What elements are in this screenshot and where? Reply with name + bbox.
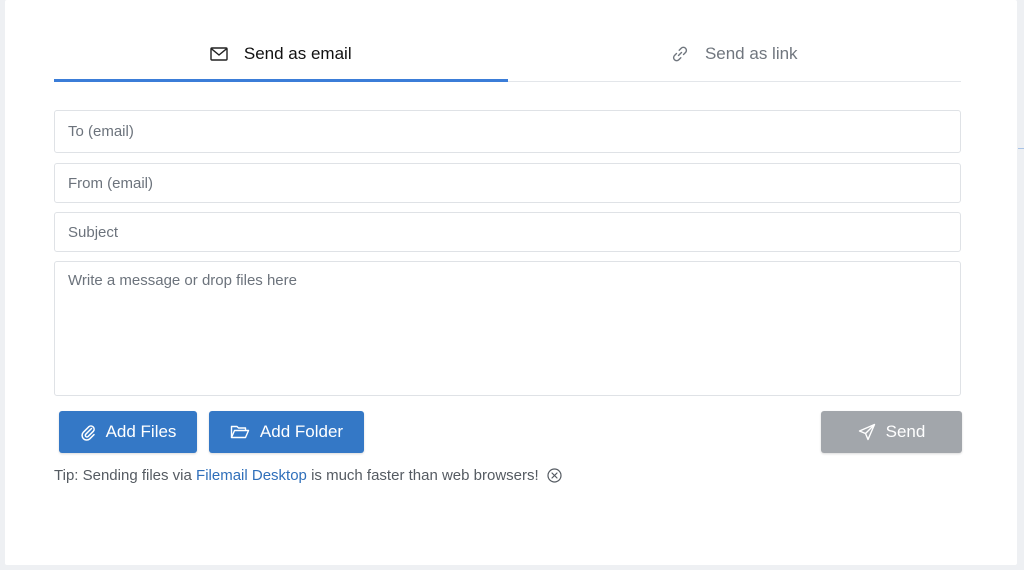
filemail-desktop-link[interactable]: Filemail Desktop — [196, 467, 307, 484]
tip-suffix: is much faster than web browsers! — [311, 466, 539, 484]
tip-prefix: Tip: Sending files via — [54, 466, 192, 484]
tab-send-as-link[interactable]: Send as link — [508, 28, 962, 80]
envelope-icon — [210, 46, 228, 61]
tab-send-as-email[interactable]: Send as email — [54, 28, 508, 82]
add-files-button[interactable]: Add Files — [59, 411, 197, 453]
send-button[interactable]: Send — [821, 411, 962, 453]
folder-open-icon — [230, 424, 250, 440]
add-files-label: Add Files — [105, 422, 177, 441]
tab-send-as-link-label: Send as link — [704, 44, 798, 63]
add-folder-button[interactable]: Add Folder — [209, 411, 364, 453]
message-textarea[interactable] — [55, 262, 960, 395]
to-email-field[interactable] — [55, 111, 960, 152]
send-mode-tabs: Send as email Send as link — [54, 28, 961, 82]
from-email-field[interactable] — [55, 164, 960, 202]
from-email-field-wrapper — [54, 163, 961, 203]
subject-field-wrapper — [54, 212, 961, 252]
close-circle-icon[interactable] — [547, 467, 562, 483]
tab-send-as-email-label: Send as email — [243, 43, 352, 63]
tip-message: Tip: Sending files via Filemail Desktop … — [54, 465, 562, 485]
edge-divider — [1018, 148, 1024, 149]
paper-plane-icon — [858, 423, 876, 441]
to-email-field-wrapper — [54, 110, 961, 153]
message-field-wrapper — [54, 261, 961, 396]
add-folder-label: Add Folder — [259, 422, 344, 441]
subject-field[interactable] — [55, 213, 960, 251]
link-icon — [671, 45, 689, 63]
paperclip-icon — [80, 423, 96, 441]
send-label: Send — [885, 422, 926, 441]
